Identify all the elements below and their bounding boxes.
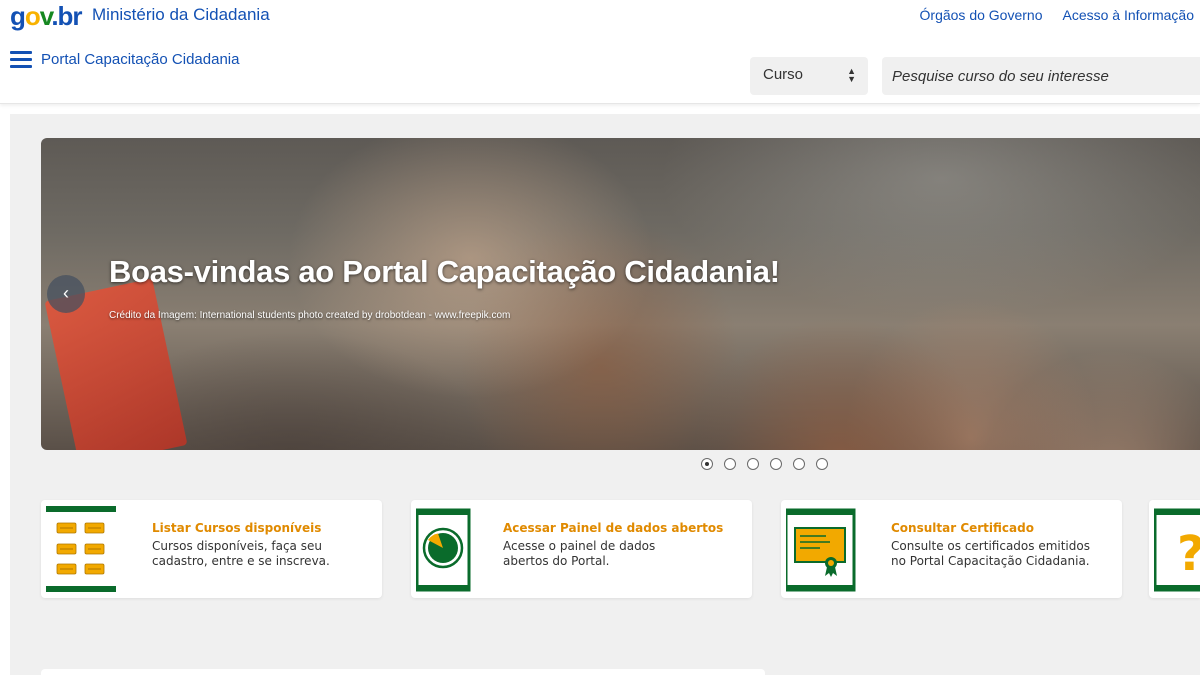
card-listar-cursos[interactable]: Listar Cursos disponíveis Cursos disponí… <box>41 500 382 598</box>
select-arrows-icon: ▲ ▼ <box>847 66 856 84</box>
link-orgaos-governo[interactable]: Órgãos do Governo <box>920 7 1043 23</box>
carousel-dot-5[interactable] <box>793 458 805 470</box>
hero-carousel: ‹ Boas-vindas ao Portal Capacitação Cida… <box>41 138 1200 450</box>
card-title: Listar Cursos disponíveis <box>152 521 322 535</box>
govbr-logo[interactable]: gov.br <box>10 1 83 32</box>
portal-title[interactable]: Portal Capacitação Cidadania <box>41 51 239 68</box>
carousel-indicators <box>701 458 828 470</box>
card-painel-dados[interactable]: Acessar Painel de dados abertos Acesse o… <box>411 500 752 598</box>
link-acesso-informacao[interactable]: Acesso à Informação <box>1062 7 1194 23</box>
hero-image <box>41 138 1200 450</box>
card-description: Acesse o painel de dados abertos do Port… <box>503 539 656 568</box>
card-consultar-certificado[interactable]: Consultar Certificado Consulte os certif… <box>781 500 1122 598</box>
hero-title: Boas-vindas ao Portal Capacitação Cidada… <box>109 254 780 289</box>
carousel-dot-6[interactable] <box>816 458 828 470</box>
search-input[interactable] <box>882 57 1200 95</box>
carousel-dot-4[interactable] <box>770 458 782 470</box>
svg-text:?: ? <box>1177 526 1200 582</box>
carousel-dot-3[interactable] <box>747 458 759 470</box>
course-list-icon <box>46 506 116 592</box>
question-icon: ? <box>1154 508 1200 592</box>
header: gov.br Ministério da Cidadania Órgãos do… <box>0 0 1200 104</box>
carousel-dot-2[interactable] <box>724 458 736 470</box>
select-value: Curso <box>763 66 804 83</box>
card-title: Acessar Painel de dados abertos <box>503 521 724 535</box>
certificate-icon <box>786 508 856 592</box>
pie-chart-icon <box>416 508 471 592</box>
search-type-select[interactable]: Curso ▲ ▼ <box>750 57 868 95</box>
hamburger-menu-icon[interactable] <box>10 51 32 69</box>
hero-credit: Crédito da Imagem: International student… <box>109 310 511 321</box>
carousel-dot-1[interactable] <box>701 458 713 470</box>
card-description: Cursos disponíveis, faça seu cadastro, e… <box>152 539 330 568</box>
card-description: Consulte os certificados emitidos no Por… <box>891 539 1090 568</box>
bottom-panel <box>41 669 765 675</box>
ministry-name: Ministério da Cidadania <box>92 5 270 24</box>
card-title: Consultar Certificado <box>891 521 1034 535</box>
carousel-prev-button[interactable]: ‹ <box>47 275 85 313</box>
top-links: Órgãos do Governo Acesso à Informação <box>920 7 1194 23</box>
card-help[interactable]: ? <box>1149 500 1200 598</box>
